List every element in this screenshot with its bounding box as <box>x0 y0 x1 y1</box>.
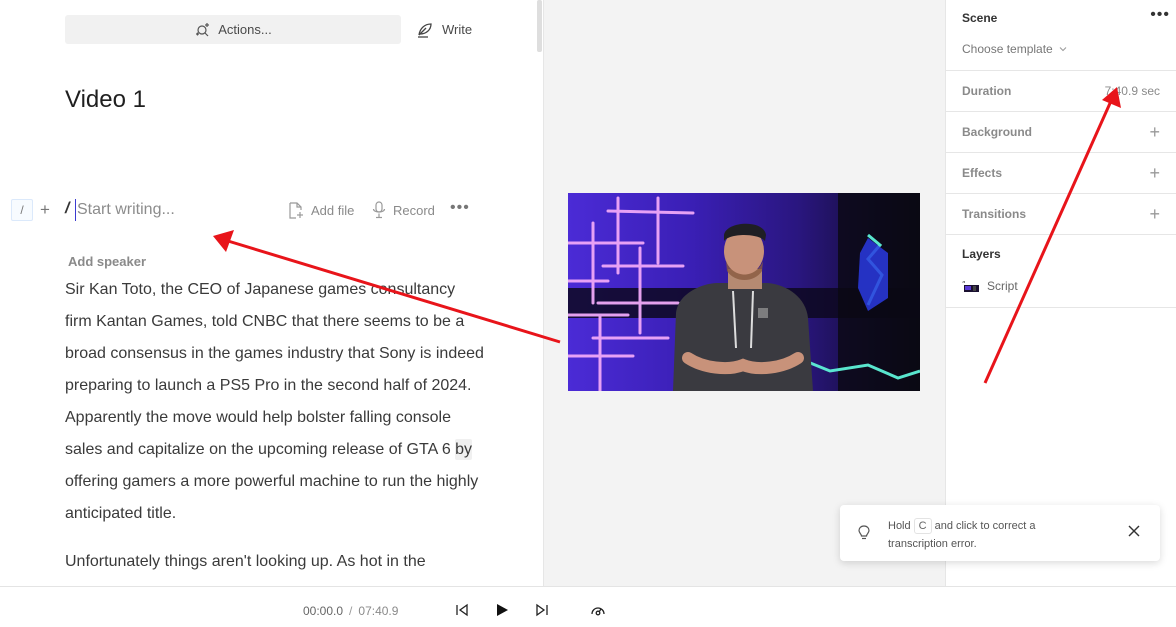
duration-label: Duration <box>962 84 1012 98</box>
hint-toast: Hold Cand click to correct a transcriptio… <box>840 505 1160 561</box>
player-bar: 00:00.0 / 07:40.9 <box>0 586 1176 627</box>
duration-value[interactable]: 7:40.9 sec <box>1105 84 1160 98</box>
transcript-text: Sir Kan Toto, the CEO of Japanese games … <box>65 281 484 458</box>
choose-template-dropdown[interactable]: Choose template <box>962 42 1067 56</box>
actions-label: Actions... <box>218 22 272 37</box>
play-icon[interactable] <box>494 602 510 618</box>
document-title[interactable]: Video 1 <box>65 86 146 114</box>
time-separator: / <box>349 604 353 618</box>
effects-row[interactable]: Effects + <box>946 153 1176 194</box>
layer-label: Script <box>987 279 1018 293</box>
total-time: 07:40.9 <box>358 604 399 618</box>
background-label: Background <box>962 125 1033 139</box>
slash-mark: / <box>65 200 70 217</box>
layers-title: Layers <box>962 247 1001 261</box>
more-options-icon[interactable]: ••• <box>450 200 470 220</box>
scene-properties-panel: Scene ••• Choose template Duration 7:40.… <box>945 0 1176 586</box>
background-row[interactable]: Background + <box>946 112 1176 153</box>
transitions-row[interactable]: Transitions + <box>946 194 1176 235</box>
close-icon[interactable] <box>1126 523 1142 539</box>
write-button[interactable]: Write <box>416 15 472 44</box>
scene-section: Scene ••• Choose template <box>946 0 1176 71</box>
write-label: Write <box>442 22 473 37</box>
video-frame-image <box>568 193 920 391</box>
add-file-button[interactable]: Add file <box>288 200 354 220</box>
add-effects-icon[interactable]: + <box>1149 163 1160 184</box>
add-file-icon <box>288 201 304 219</box>
start-writing-input[interactable]: Start writing... <box>75 199 265 221</box>
keyboard-key: C <box>913 518 932 534</box>
slash-command-button[interactable]: / <box>11 199 33 221</box>
layers-section: Layers “ Script <box>946 235 1176 308</box>
record-button[interactable]: Record <box>372 200 435 220</box>
transitions-label: Transitions <box>962 207 1027 221</box>
skip-forward-icon[interactable] <box>534 602 550 618</box>
scene-title: Scene <box>962 11 998 25</box>
template-label: Choose template <box>962 42 1053 56</box>
transcript-paragraph[interactable]: Unfortunately things aren't looking up. … <box>65 546 485 578</box>
actions-button[interactable]: Actions... <box>65 15 401 44</box>
magic-search-icon <box>194 22 210 38</box>
add-speaker-button[interactable]: Add speaker <box>68 254 146 269</box>
chevron-down-icon <box>1059 46 1067 52</box>
script-layer-thumbnail-icon: “ <box>962 280 979 292</box>
effects-label: Effects <box>962 166 1003 180</box>
hint-text: Hold Cand click to correct a transcriptio… <box>888 517 1088 553</box>
transcript-paragraph[interactable]: Sir Kan Toto, the CEO of Japanese games … <box>65 274 485 530</box>
add-background-icon[interactable]: + <box>1149 122 1160 143</box>
highlighted-word[interactable]: by <box>455 439 473 460</box>
transcript-text: offering gamers a more powerful machine … <box>65 473 479 522</box>
duration-row[interactable]: Duration 7:40.9 sec <box>946 71 1176 112</box>
add-transitions-icon[interactable]: + <box>1149 204 1160 225</box>
hint-text-before: Hold <box>888 520 911 532</box>
time-readout: 00:00.0 / 07:40.9 <box>303 604 398 618</box>
skip-back-icon[interactable] <box>454 602 470 618</box>
current-time: 00:00.0 <box>303 604 344 618</box>
video-preview[interactable] <box>568 193 920 391</box>
script-editor-panel: Actions... Write Video 1 / + / Start wri… <box>0 0 544 586</box>
add-block-button[interactable]: + <box>37 199 53 221</box>
microphone-icon <box>372 201 386 219</box>
layer-item-script[interactable]: “ Script <box>962 279 1018 293</box>
add-file-label: Add file <box>311 202 355 218</box>
scrollbar-thumb[interactable] <box>537 0 542 52</box>
lightbulb-icon <box>858 525 870 541</box>
record-label: Record <box>393 202 435 218</box>
scene-more-icon[interactable]: ••• <box>1150 6 1170 24</box>
feather-pen-icon <box>416 21 434 39</box>
playback-speed-icon[interactable] <box>590 602 606 618</box>
